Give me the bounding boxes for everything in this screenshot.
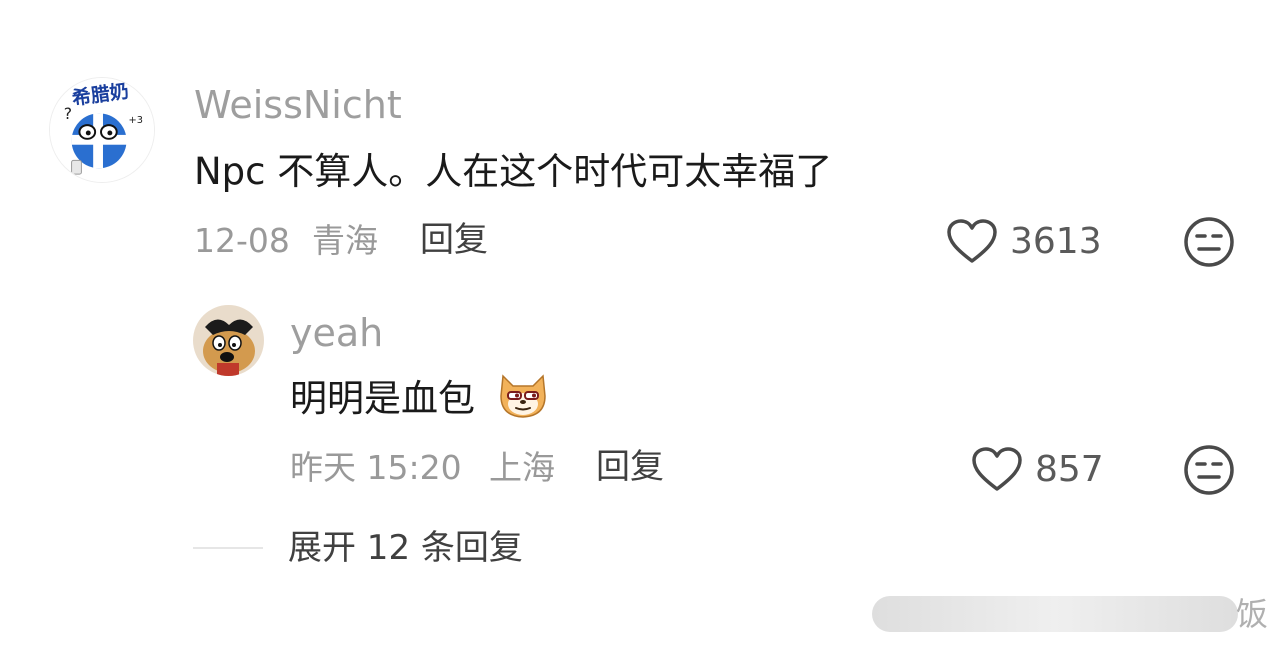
comment-location: 青海 <box>312 221 378 260</box>
reply-location: 上海 <box>489 448 555 487</box>
reply-date: 昨天 15:20 <box>290 448 462 487</box>
reply-button[interactable]: 回复 <box>420 223 488 257</box>
meh-face-icon[interactable] <box>1183 216 1235 268</box>
avatar-yeah[interactable] <box>193 305 264 376</box>
avatar-image <box>193 305 264 376</box>
reply-username[interactable]: yeah <box>290 314 383 352</box>
reply-like-button[interactable]: 857 <box>971 447 1104 493</box>
heart-icon <box>972 447 1022 491</box>
like-count: 3613 <box>1010 221 1102 262</box>
svg-text:?: ? <box>64 104 72 123</box>
meh-face-icon[interactable] <box>1183 444 1235 496</box>
heart-icon <box>947 219 997 263</box>
comment-text: Npc 不算人。人在这个时代可太幸福了 <box>194 150 833 193</box>
comment-thread: ? +3 希腊奶 WeissNicht Npc 不算人。人在这个时代可太幸福了 … <box>0 0 1284 649</box>
reply-reply-button[interactable]: 回复 <box>596 450 664 484</box>
expand-replies-button[interactable]: 展开 12 条回复 <box>288 531 523 565</box>
doge-shiba-emoji <box>500 374 546 418</box>
comment-date: 12-08 <box>194 221 290 260</box>
reply-like-count: 857 <box>1035 449 1104 490</box>
watermark <box>872 596 1238 632</box>
svg-text:+3: +3 <box>128 115 142 126</box>
comment-username[interactable]: WeissNicht <box>194 86 402 124</box>
expand-divider <box>193 547 263 549</box>
like-button[interactable]: 3613 <box>946 219 1102 265</box>
watermark-text: 饭 <box>1236 595 1269 633</box>
reply-text: 明明是血包 <box>290 377 475 420</box>
